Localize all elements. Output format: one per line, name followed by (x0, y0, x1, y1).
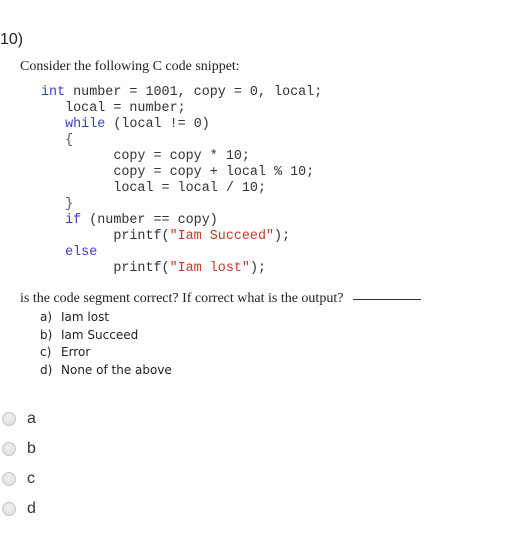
choice-text: Iam lost (61, 310, 110, 324)
choice-text: Error (61, 345, 91, 359)
code-line: if (number == copy) (41, 213, 322, 229)
choice-item: c) Error (40, 344, 172, 362)
code-line: int number = 1001, copy = 0, local; (41, 85, 322, 101)
choice-item: a) Iam lost (40, 309, 172, 327)
choice-text: None of the above (61, 362, 172, 377)
code-line: } (41, 197, 322, 213)
code-line: copy = copy + local % 10; (41, 165, 322, 181)
answer-option-d[interactable]: d (0, 494, 36, 524)
choice-letter: d) (40, 362, 53, 377)
code-keyword: int (41, 85, 66, 100)
choice-letter: c) (40, 345, 52, 359)
code-text: number = 1001, copy = 0, local; (65, 85, 323, 100)
code-line: local = local / 10; (41, 181, 322, 197)
answer-option-c[interactable]: c (0, 464, 36, 494)
radio-label[interactable]: b (27, 440, 36, 458)
code-text: printf( (113, 229, 170, 244)
choice-list: a) Iam lost b) Iam Succeed c) Error d) None … (40, 309, 172, 379)
code-line: { (41, 133, 322, 149)
code-line: local = number; (41, 101, 322, 117)
question-intro: Consider the following C code snippet: (20, 59, 240, 74)
answer-option-b[interactable]: b (0, 434, 36, 464)
code-line: printf("Iam Succeed"); (41, 229, 322, 245)
answer-radio-group: a b c d (0, 404, 36, 524)
code-string: "Iam Succeed" (169, 229, 275, 244)
radio-label[interactable]: d (27, 500, 36, 518)
code-text: { (65, 133, 74, 148)
question-prompt: is the code segment correct? If correct … (20, 291, 422, 307)
choice-letter: b) (40, 327, 53, 342)
code-line: printf("Iam lost"); (41, 261, 322, 277)
radio-button[interactable] (2, 502, 16, 516)
code-line: copy = copy * 10; (41, 149, 322, 165)
code-text: copy = copy + local % 10; (113, 165, 315, 180)
radio-button[interactable] (2, 442, 16, 456)
code-text: (local != 0) (105, 117, 210, 132)
question-number: 10) (0, 31, 24, 48)
code-keyword: while (65, 117, 106, 132)
choice-letter: a) (40, 310, 53, 324)
choice-text: Iam Succeed (61, 327, 139, 342)
radio-button[interactable] (2, 472, 16, 486)
code-text: ); (249, 261, 267, 276)
code-text: copy = copy * 10; (113, 149, 250, 164)
choice-item: d) None of the above (40, 362, 172, 380)
answer-option-a[interactable]: a (0, 404, 36, 434)
radio-label[interactable]: a (27, 410, 36, 428)
code-string: "Iam lost" (169, 261, 250, 276)
code-text: } (65, 197, 74, 212)
code-text: (number == copy) (81, 213, 218, 228)
code-line: else (41, 245, 322, 261)
code-keyword: if (65, 213, 82, 228)
code-text: local = local / 10; (113, 181, 267, 196)
code-snippet: int number = 1001, copy = 0, local; loca… (41, 85, 322, 277)
code-text: local = number; (65, 101, 186, 116)
answer-blank (353, 298, 422, 300)
radio-label[interactable]: c (27, 470, 35, 488)
question-prompt-text: is the code segment correct? If correct … (20, 291, 344, 306)
radio-button[interactable] (2, 412, 16, 426)
code-keyword: else (65, 245, 98, 260)
code-text: ); (274, 229, 291, 244)
code-line: while (local != 0) (41, 117, 322, 133)
choice-item: b) Iam Succeed (40, 327, 172, 345)
code-text: printf( (113, 261, 170, 276)
